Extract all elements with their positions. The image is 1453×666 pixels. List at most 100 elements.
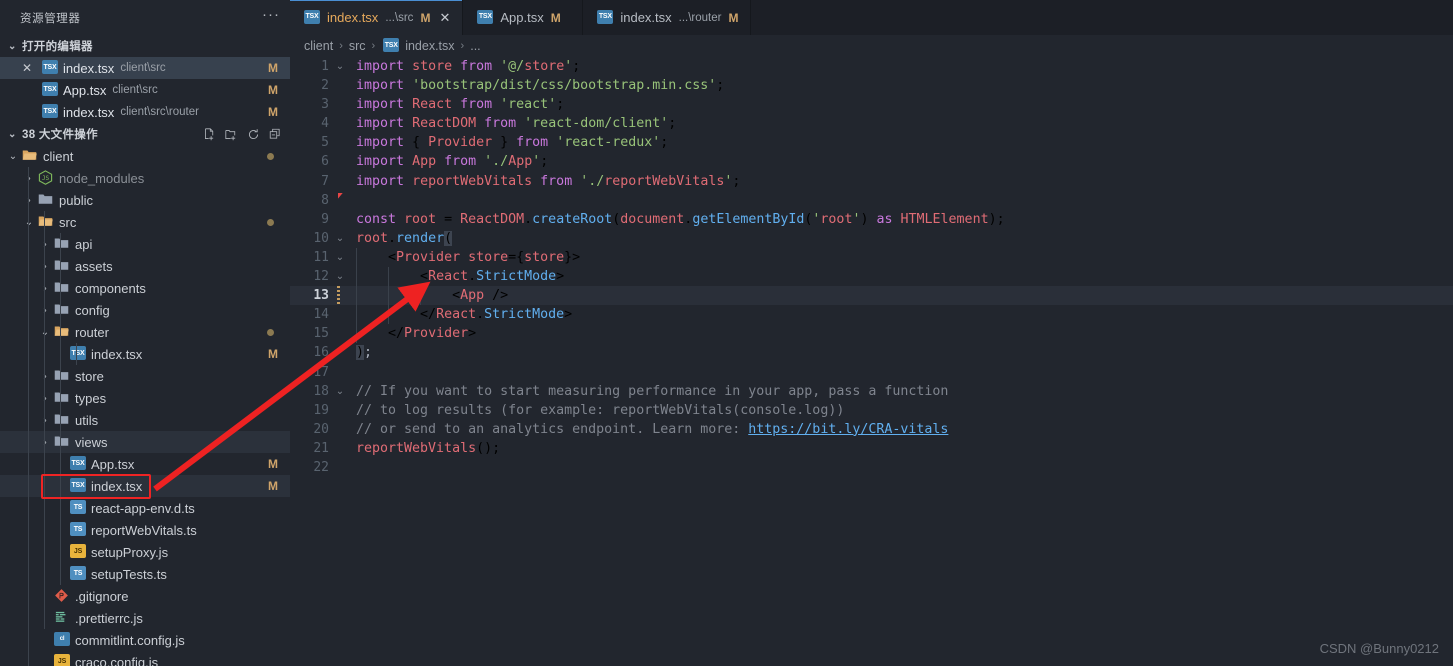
editor-tab[interactable]: TSX App.tsx M [463,0,584,35]
line-number: 1 [321,59,329,74]
line-number: 7 [321,173,329,189]
code-content[interactable]: 1 ⌄ import store from '@/store'; 2 import 'b… [290,57,1453,666]
breadcrumb-item[interactable]: client [304,39,333,53]
line-number: 20 [313,421,329,437]
folder-open-icon [38,214,54,230]
code-line[interactable]: 18 ⌄ // If you want to start measuring per… [290,382,1453,401]
line-number: 22 [313,459,329,475]
editor-tab[interactable]: TSX index.tsx ...\router M [583,0,752,35]
tree-item-label: router [75,324,109,340]
workspace-section-header[interactable]: ⌄ 38 大文件操作 [0,123,290,145]
tsx-file-icon: TSX [597,9,614,26]
more-actions-icon[interactable]: ··· [262,7,280,25]
tree-item-public[interactable]: › public [0,189,290,211]
modified-badge: M [268,105,278,119]
prettier-file-icon [54,610,70,626]
modified-badge: M [268,457,278,471]
tab-path: ...\src [385,11,414,24]
js-file-icon: JS [54,654,70,666]
code-line[interactable]: 4 import ReactDOM from 'react-dom/client'… [290,114,1453,133]
open-editor-item[interactable]: ✕ TSX index.tsx client\src M [0,57,290,79]
code-line[interactable]: 6 import App from './App'; [290,152,1453,171]
code-line[interactable]: 20 // or send to an analytics endpoint. L… [290,420,1453,439]
code-line[interactable]: 14 </React.StrictMode> [290,305,1453,325]
chevron-right-icon[interactable]: › [38,415,52,426]
code-line[interactable]: 12 ⌄ <React.StrictMode> [290,267,1453,287]
editor-tab[interactable]: TSX index.tsx ...\src M ✕ [290,0,464,35]
code-line[interactable]: 11 ⌄ <Provider store={store}> [290,247,1453,268]
tree-item-commitlint-config-js[interactable]: cl commitlint.config.js [0,629,290,651]
new-folder-icon[interactable] [225,128,238,141]
open-editors-section-header[interactable]: ⌄ 打开的编辑器 [0,35,290,57]
breadcrumb-separator: › [460,40,465,52]
code-line[interactable]: 2 import 'bootstrap/dist/css/bootstrap.mi… [290,76,1453,95]
fold-chevron-icon[interactable]: ⌄ [332,267,348,286]
chevron-down-icon[interactable]: ⌄ [6,151,20,162]
refresh-icon[interactable] [247,128,260,141]
code-line[interactable]: 13 <App /> [290,286,1453,306]
tab-modified-badge: M [550,10,561,25]
code-line[interactable]: 15 </Provider> [290,324,1453,344]
chevron-right-icon[interactable]: › [22,195,36,206]
breadcrumb: client › src › TSX index.tsx ›... [290,35,1453,57]
code-line[interactable]: 19 // to log results (for example: report… [290,401,1453,420]
line-number: 18 [313,383,329,399]
code-line[interactable]: 9 const root = ReactDOM.createRoot(docume… [290,210,1453,229]
fold-chevron-icon[interactable]: ⌄ [332,248,348,267]
chevron-down-icon[interactable]: ⌄ [22,217,36,228]
indent-guide [388,305,389,325]
code-line[interactable]: 5 import { Provider } from 'react-redux'; [290,133,1453,152]
fold-chevron-icon[interactable]: ⌄ [332,229,348,248]
indent-guide [388,267,389,287]
close-icon[interactable]: ✕ [22,61,40,75]
code-line[interactable]: 10 ⌄ root.render( [290,229,1453,248]
code-line[interactable]: 7 import reportWebVitals from './reportWe… [290,172,1453,191]
tab-close-icon[interactable]: ✕ [439,10,450,26]
tab-modified-badge: M [728,10,739,25]
chevron-right-icon[interactable]: › [22,173,36,184]
code-text: import App from './App'; [356,154,549,170]
code-line[interactable]: 21 reportWebVitals(); [290,439,1453,458]
folder-open-icon [22,148,38,164]
code-line[interactable]: 1 ⌄ import store from '@/store'; [290,57,1453,76]
breadcrumb-item[interactable]: index.tsx [405,39,454,53]
indent-guide [356,286,357,306]
open-editor-item[interactable]: TSX index.tsx client\src\router M [0,101,290,123]
new-file-icon[interactable] [203,127,216,141]
tree-item-craco-config-js[interactable]: JS craco.config.js [0,651,290,666]
chevron-right-icon[interactable]: › [38,437,52,448]
folder-icon [54,390,70,406]
breadcrumb-item[interactable]: src [349,39,366,53]
line-number: 4 [321,116,329,132]
line-number: 5 [321,135,329,151]
code-line[interactable]: 3 import React from 'react'; [290,95,1453,114]
tree-item-node-modules[interactable]: › JS node_modules [0,167,290,189]
open-editor-name: index.tsx [63,60,115,76]
open-editor-item[interactable]: TSX App.tsx client\src M [0,79,290,101]
chevron-right-icon[interactable]: › [38,393,52,404]
code-text: import React from 'react'; [356,97,565,113]
code-line[interactable]: 22 [290,458,1453,477]
tsx-file-icon: TSX [70,478,86,494]
chevron-right-icon[interactable]: › [38,239,52,250]
tree-item-client[interactable]: ⌄ client [0,145,290,167]
modified-badge: M [268,479,278,493]
code-text: <Provider store={store}> [356,249,581,265]
tree-item-label: node_modules [59,170,145,186]
fold-chevron-icon[interactable]: ⌄ [332,382,348,401]
fold-chevron-icon[interactable]: ⌄ [332,57,348,76]
collapse-all-icon[interactable] [269,128,282,141]
chevron-right-icon[interactable]: › [38,261,52,272]
breadcrumb-item[interactable]: ... [470,39,480,53]
chevron-down-icon[interactable]: ⌄ [38,327,52,338]
code-line[interactable]: 17 [290,363,1453,382]
tsx-file-icon: TSX [70,456,86,472]
code-line[interactable]: 16); [290,343,1453,362]
explorer-title-bar: 资源管理器 ··· [0,0,290,35]
chevron-right-icon[interactable]: › [38,305,52,316]
chevron-right-icon[interactable]: › [38,371,52,382]
tree-item-label: .gitignore [75,588,129,604]
chevron-right-icon[interactable]: › [38,283,52,294]
folder-icon [54,280,70,296]
code-line[interactable]: 8 [290,191,1453,210]
